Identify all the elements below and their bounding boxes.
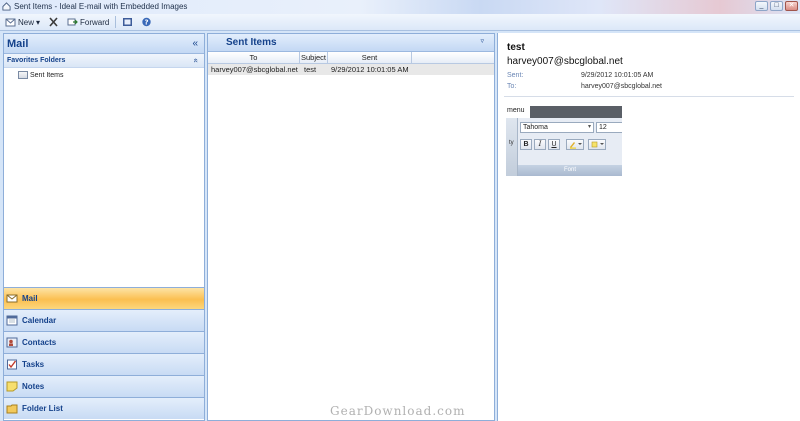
message-row-to: harvey007@sbcglobal.net	[211, 65, 298, 74]
column-header-subject[interactable]: Subject	[300, 52, 328, 63]
close-button[interactable]: ✕	[785, 1, 798, 11]
forward-button-label: Forward	[80, 17, 110, 27]
nav-contacts-button[interactable]: Contacts	[4, 331, 204, 353]
message-row[interactable]: harvey007@sbcglobal.net test 9/29/2012 1…	[208, 64, 494, 75]
embedded-side-label: ty	[509, 140, 514, 146]
help-button[interactable]: ?	[139, 15, 154, 29]
embedded-font-size: 12	[596, 122, 622, 133]
notes-icon	[6, 381, 18, 392]
embedded-italic-button: I	[534, 139, 546, 150]
favorites-title: Favorites Folders	[7, 57, 66, 64]
folder-list-icon	[6, 404, 18, 414]
embedded-font-name: Tahoma ▾	[520, 122, 594, 133]
nav-contacts-label: Contacts	[22, 338, 57, 347]
embedded-highlight-icon	[566, 139, 584, 150]
favorites-collapse-icon[interactable]: «	[191, 58, 200, 62]
nav-tasks-label: Tasks	[22, 360, 45, 369]
message-list-pane: Sent Items ▿ To Subject Sent harvey007@s…	[207, 33, 495, 421]
new-button-label: New	[18, 17, 35, 27]
delete-button[interactable]	[46, 15, 61, 29]
window-title: Sent Items - Ideal E-mail with Embedded …	[14, 2, 188, 11]
title-bar: Sent Items - Ideal E-mail with Embedded …	[0, 0, 800, 14]
favorites-header[interactable]: Favorites Folders «	[4, 54, 204, 68]
column-header-filler	[412, 52, 494, 63]
navigation-pane: Mail « Favorites Folders « Sent Items Ma…	[3, 33, 205, 421]
new-dropdown-icon[interactable]: ▾	[36, 18, 40, 27]
contacts-icon	[6, 337, 18, 348]
help-icon: ?	[142, 17, 152, 27]
nav-calendar-label: Calendar	[22, 316, 57, 325]
address-book-icon	[123, 18, 133, 26]
column-header-to[interactable]: To	[208, 52, 300, 63]
embedded-menu-label: menu	[507, 107, 525, 114]
column-header-sent[interactable]: Sent	[328, 52, 412, 63]
nav-tasks-button[interactable]: Tasks	[4, 353, 204, 375]
message-row-sent: 9/29/2012 10:01:05 AM	[331, 65, 409, 74]
maximize-button[interactable]: □	[770, 1, 783, 11]
message-from: harvey007@sbcglobal.net	[507, 56, 623, 67]
nav-header: Mail «	[4, 34, 204, 54]
message-subject: test	[507, 42, 525, 53]
folder-sent-items-label: Sent Items	[30, 71, 64, 79]
sent-items-folder-icon	[18, 71, 28, 79]
folder-sent-items[interactable]: Sent Items	[18, 71, 63, 79]
sent-value: 9/29/2012 10:01:05 AM	[580, 72, 654, 79]
watermark: GearDownload.com	[330, 404, 466, 418]
message-list-header: Sent Items ▿	[208, 34, 494, 52]
nav-title: Mail	[7, 38, 29, 50]
forward-button[interactable]: Forward	[65, 15, 111, 29]
new-button[interactable]: New ▾	[3, 15, 42, 29]
svg-text:?: ?	[145, 19, 149, 27]
nav-folder-list-button[interactable]: Folder List	[4, 397, 204, 419]
nav-mail-button[interactable]: Mail	[4, 287, 204, 309]
address-book-button[interactable]	[120, 15, 135, 29]
toolbar: New ▾ Forward ?	[0, 14, 800, 31]
list-menu-icon[interactable]: ▿	[480, 37, 484, 45]
embedded-menubar-dark	[530, 106, 622, 118]
embedded-bold-button: B	[520, 139, 532, 150]
calendar-icon	[6, 315, 18, 326]
delete-icon	[49, 17, 58, 27]
nav-buttons: Mail Calendar Contacts Tasks Notes Folde…	[4, 287, 204, 419]
nav-mail-label: Mail	[22, 294, 38, 303]
tasks-icon	[7, 359, 17, 370]
to-label: To:	[507, 83, 517, 90]
message-to-line: To: harvey007@sbcglobal.net	[507, 83, 662, 90]
nav-calendar-button[interactable]: Calendar	[4, 309, 204, 331]
message-list-title: Sent Items	[226, 37, 277, 48]
toolbar-separator	[115, 16, 117, 28]
nav-folder-list-label: Folder List	[22, 404, 63, 413]
forward-icon	[67, 18, 78, 26]
embedded-font-name-value: Tahoma	[523, 124, 548, 131]
embedded-font-group-label: Font	[518, 165, 622, 176]
column-headers: To Subject Sent	[208, 52, 494, 64]
app-icon	[2, 2, 11, 11]
window-controls: _ □ ✕	[755, 1, 798, 11]
to-value: harvey007@sbcglobal.net	[580, 83, 662, 90]
nav-notes-label: Notes	[22, 382, 45, 391]
mail-icon	[6, 294, 18, 303]
sent-label: Sent:	[507, 72, 524, 79]
collapse-pane-icon[interactable]: «	[192, 38, 198, 49]
embedded-image: menu ty Tahoma ▾ 12 B I U Font	[506, 106, 622, 176]
reading-pane: test harvey007@sbcglobal.net Sent: 9/29/…	[497, 33, 800, 421]
new-mail-icon	[5, 18, 16, 27]
nav-notes-button[interactable]: Notes	[4, 375, 204, 397]
message-row-subject: test	[304, 65, 317, 74]
message-sent-line: Sent: 9/29/2012 10:01:05 AM	[507, 72, 653, 79]
embedded-font-dropdown-icon: ▾	[587, 124, 591, 130]
embedded-font-color-icon	[588, 139, 606, 150]
embedded-left-strip: ty	[506, 118, 518, 176]
embedded-underline-button: U	[548, 139, 560, 150]
embedded-menubar: menu	[506, 106, 622, 118]
header-divider	[504, 96, 794, 97]
minimize-button[interactable]: _	[755, 1, 768, 11]
